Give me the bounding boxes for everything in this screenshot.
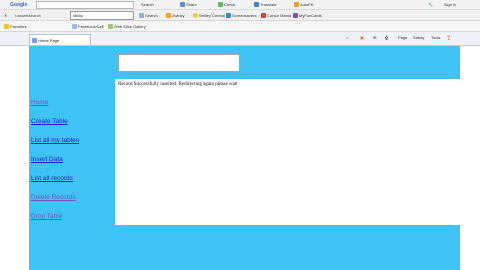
- translate-button[interactable]: Translate: [254, 2, 277, 7]
- print-icon[interactable]: ⎙: [385, 35, 388, 40]
- footer-band: [115, 225, 460, 270]
- home-icon[interactable]: ⌂: [346, 35, 348, 40]
- nav-list-tables-link[interactable]: List all my tables: [31, 137, 79, 144]
- tab-home-page[interactable]: Home Page: [29, 34, 91, 45]
- toolbar-close-icon[interactable]: ✕: [4, 13, 7, 18]
- toolbar-item-zwinky[interactable]: Zwinky: [166, 12, 184, 18]
- nav-drop-table-link[interactable]: Drop Table: [31, 213, 62, 220]
- cards-icon: [293, 12, 298, 18]
- page-icon: [32, 37, 37, 43]
- header-text-box[interactable]: [118, 54, 240, 72]
- feeds-icon[interactable]: ▣: [360, 35, 364, 40]
- sign-in-button[interactable]: Sign in: [444, 2, 456, 7]
- share-button[interactable]: Share: [180, 2, 197, 7]
- check-icon: [218, 2, 223, 7]
- zwinky-icon: [166, 12, 171, 18]
- translate-icon: [254, 2, 259, 7]
- autofill-icon: [294, 2, 299, 7]
- screensaver-icon: [226, 12, 231, 18]
- nav-delete-records-link[interactable]: Delete Records: [31, 194, 76, 201]
- toolbar-item-screensavers[interactable]: Screensavers: [226, 12, 256, 18]
- favorites-button[interactable]: Favorites: [4, 23, 26, 29]
- nav-list-records-link[interactable]: List all records: [31, 175, 73, 182]
- safety-menu[interactable]: Safety: [413, 35, 424, 40]
- search-button[interactable]: Search: [141, 2, 154, 7]
- settings-wrench-icon[interactable]: 🔧: [428, 2, 433, 7]
- share-icon: [180, 2, 185, 7]
- favorite-item[interactable]: Web Slice Gallery: [108, 23, 146, 29]
- search-toolbar: ✕ r.aswebsearch sticky Search Zwinky Smi…: [0, 10, 480, 21]
- toolbar-item-smiley-central[interactable]: Smiley Central: [193, 12, 225, 18]
- google-toolbar: Google Search Share Check Translate Auto…: [0, 0, 480, 10]
- help-icon[interactable]: ❓: [446, 35, 451, 40]
- mail-icon[interactable]: ✉: [373, 35, 376, 40]
- cursor-icon: [261, 12, 266, 18]
- address-field[interactable]: r.aswebsearch: [15, 13, 41, 18]
- toolbar-search-button[interactable]: Search: [139, 12, 158, 18]
- autofill-button[interactable]: AutoFill: [294, 2, 313, 7]
- web-slice-icon: [108, 23, 113, 29]
- google-logo: Google: [10, 1, 28, 8]
- favorites-bar: Favorites Facebook/Dell Web Slice Galler…: [0, 21, 480, 32]
- tools-menu[interactable]: Tools: [431, 35, 440, 40]
- nav-create-table-link[interactable]: Create Table: [31, 118, 68, 125]
- nav-home-link[interactable]: Home: [31, 99, 48, 106]
- google-search-input[interactable]: [36, 1, 134, 9]
- toolbar-item-myfuncards[interactable]: MyFunCards: [293, 12, 322, 18]
- search-icon: [139, 12, 144, 18]
- smiley-icon: [193, 12, 198, 18]
- toolbar-search-input[interactable]: sticky: [70, 11, 134, 20]
- toolbar-item-cursor-mania[interactable]: Cursor Mania: [261, 12, 291, 18]
- star-icon: [4, 23, 9, 29]
- check-button[interactable]: Check: [218, 2, 235, 7]
- content-area: [115, 79, 460, 225]
- favorite-item[interactable]: Facebook/Dell: [72, 23, 104, 29]
- status-message: Record Successfully inserted. Redirectin…: [118, 82, 238, 87]
- page-icon: [72, 23, 77, 29]
- nav-insert-data-link[interactable]: Insert Data: [31, 156, 63, 163]
- page-menu[interactable]: Page: [398, 35, 407, 40]
